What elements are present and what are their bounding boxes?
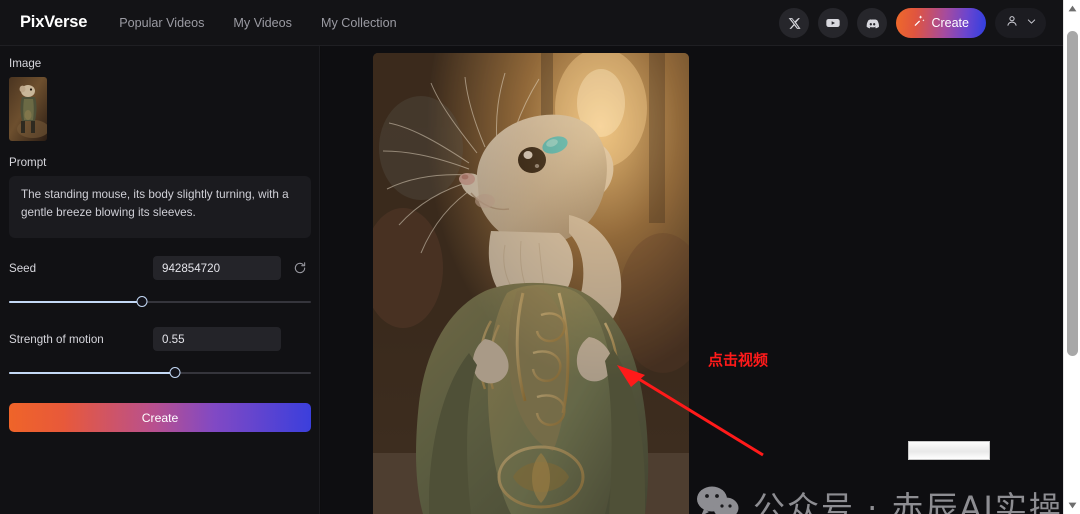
reference-image-thumbnail[interactable] [9,77,47,141]
chevron-down-icon [1026,14,1037,32]
seed-slider-fill [9,301,142,303]
top-header-bar: PixVerse Popular Videos My Videos My Col… [0,0,1063,46]
pixverse-app-window: PixVerse Popular Videos My Videos My Col… [0,0,1080,514]
nav-my-videos[interactable]: My Videos [233,16,292,30]
create-button[interactable]: Create [9,403,311,432]
scrollbar-thumb[interactable] [1067,31,1078,356]
magic-wand-icon [913,14,925,32]
refresh-icon[interactable] [289,261,311,275]
strength-of-motion-input[interactable]: 0.55 [153,327,281,351]
header-create-button[interactable]: Create [896,8,986,38]
x-twitter-button[interactable] [779,8,810,38]
wechat-icon [696,485,740,514]
seed-slider[interactable] [9,295,311,309]
youtube-button[interactable] [818,8,849,38]
prompt-input[interactable]: The standing mouse, its body slightly tu… [9,176,311,238]
header-actions: Create [779,0,1046,46]
seed-row: Seed 942854720 [9,256,311,280]
watermark: 公众号 · 赤辰AI实操记 [696,483,1080,514]
generated-video-preview[interactable] [373,53,689,514]
discord-icon [865,16,880,31]
scroll-up-arrow-icon[interactable] [1064,0,1080,17]
seed-label: Seed [9,261,37,275]
motion-slider-handle[interactable] [169,367,181,378]
nav-popular-videos[interactable]: Popular Videos [119,16,204,30]
user-avatar-icon [1005,14,1019,33]
motion-slider-fill [9,372,176,374]
video-preview-stage: 点击视频 公众号 · 赤辰AI实操记 [321,46,1080,514]
annotation-label: 点击视频 [708,352,769,369]
nav-my-collection[interactable]: My Collection [321,16,397,30]
user-account-menu[interactable] [995,8,1046,38]
redaction-box [908,441,990,460]
seed-input[interactable]: 942854720 [153,256,281,280]
discord-button[interactable] [857,8,888,38]
motion-row: Strength of motion 0.55 [9,327,311,351]
header-create-label: Create [931,16,969,30]
strength-of-motion-slider[interactable] [9,366,311,380]
brand-logo[interactable]: PixVerse [20,13,87,32]
seed-slider-handle[interactable] [136,296,148,307]
main-navigation: Popular Videos My Videos My Collection [119,16,396,30]
youtube-icon [825,15,841,31]
scroll-down-arrow-icon[interactable] [1064,497,1080,514]
strength-of-motion-label: Strength of motion [9,332,104,346]
generation-settings-panel: Image Prompt The standing mouse, its bod… [0,46,320,514]
page-scrollbar[interactable] [1063,0,1080,514]
watermark-text: 公众号 · 赤辰AI实操记 [753,489,1080,514]
prompt-label: Prompt [9,156,47,169]
image-label: Image [9,57,42,70]
x-twitter-icon [788,17,801,30]
